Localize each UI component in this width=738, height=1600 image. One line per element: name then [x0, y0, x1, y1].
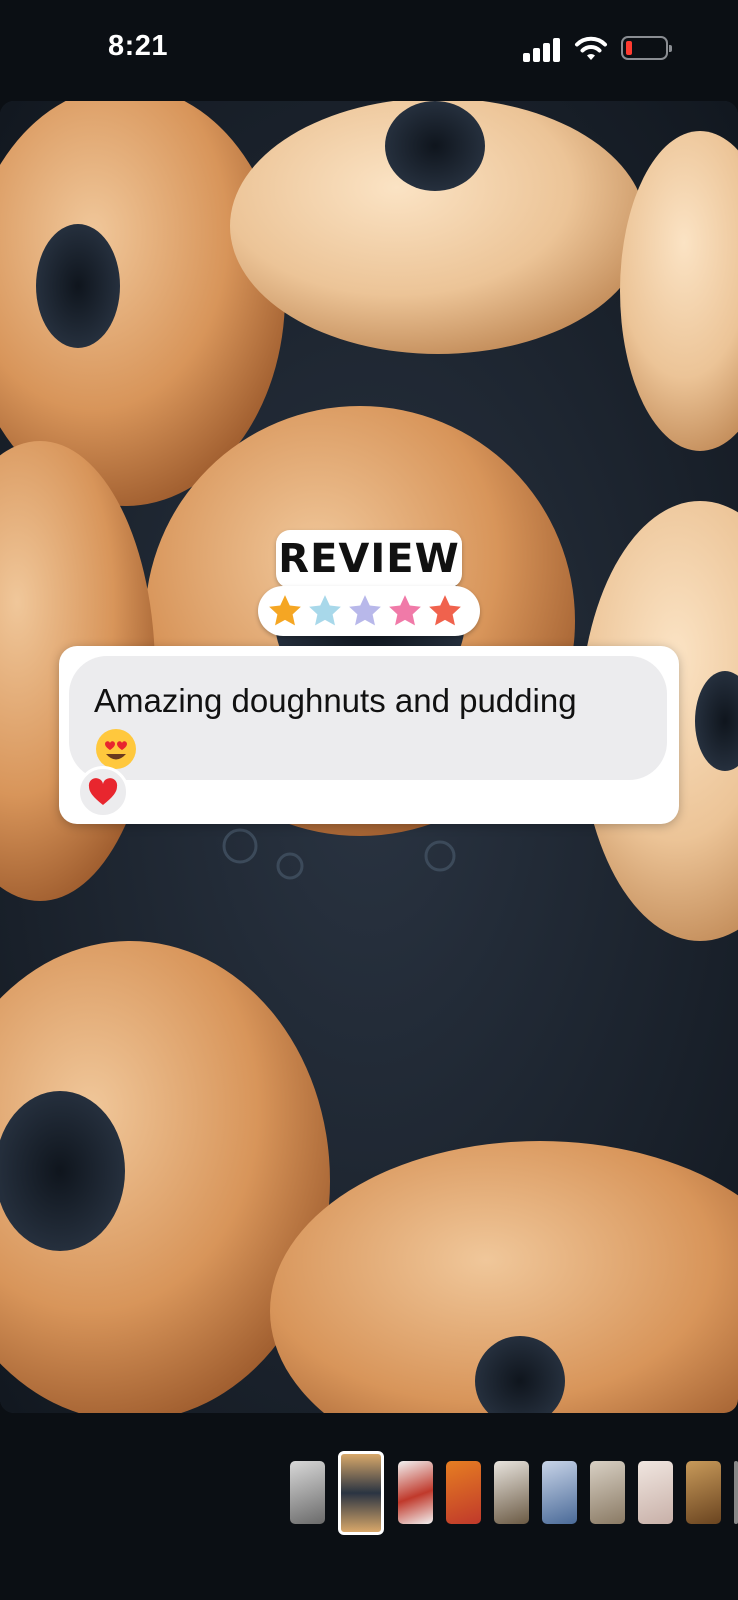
story-thumbnail[interactable]: [542, 1461, 577, 1524]
heart-eyes-emoji: [96, 729, 136, 770]
review-text: Amazing doughnuts and pudding: [94, 682, 577, 719]
story-thumbnail[interactable]: [638, 1461, 673, 1524]
story-thumbnail-active[interactable]: [338, 1451, 384, 1535]
story-thumbnail[interactable]: [686, 1461, 721, 1524]
status-bar: 8:21: [0, 0, 738, 100]
review-card[interactable]: Amazing doughnuts and pudding: [59, 646, 679, 824]
story-thumbnail[interactable]: [494, 1461, 529, 1524]
story-thumbnail[interactable]: [590, 1461, 625, 1524]
signal-bars-icon: [523, 38, 563, 62]
story-thumbnail[interactable]: [398, 1461, 433, 1524]
story-thumbnail[interactable]: [734, 1461, 738, 1524]
review-text-block: Amazing doughnuts and pudding: [94, 678, 654, 771]
star-icon: [309, 595, 341, 626]
story-thumbnail[interactable]: [290, 1461, 325, 1524]
battery-low-icon: [621, 36, 672, 60]
star-icon: [269, 595, 301, 626]
review-sticker[interactable]: REVIEW: [258, 530, 480, 640]
review-sticker-title: REVIEW: [276, 530, 462, 588]
heart-reaction-button[interactable]: [77, 766, 129, 818]
story-thumbnails-tray: [0, 1413, 738, 1600]
wifi-icon: [575, 36, 607, 60]
red-heart-icon: [88, 778, 118, 805]
story-thumbnail[interactable]: [446, 1461, 481, 1524]
star-icon: [389, 595, 421, 626]
star-icon: [429, 595, 461, 626]
star-icon: [349, 595, 381, 626]
review-stars: [258, 586, 480, 636]
status-time: 8:21: [108, 30, 169, 62]
